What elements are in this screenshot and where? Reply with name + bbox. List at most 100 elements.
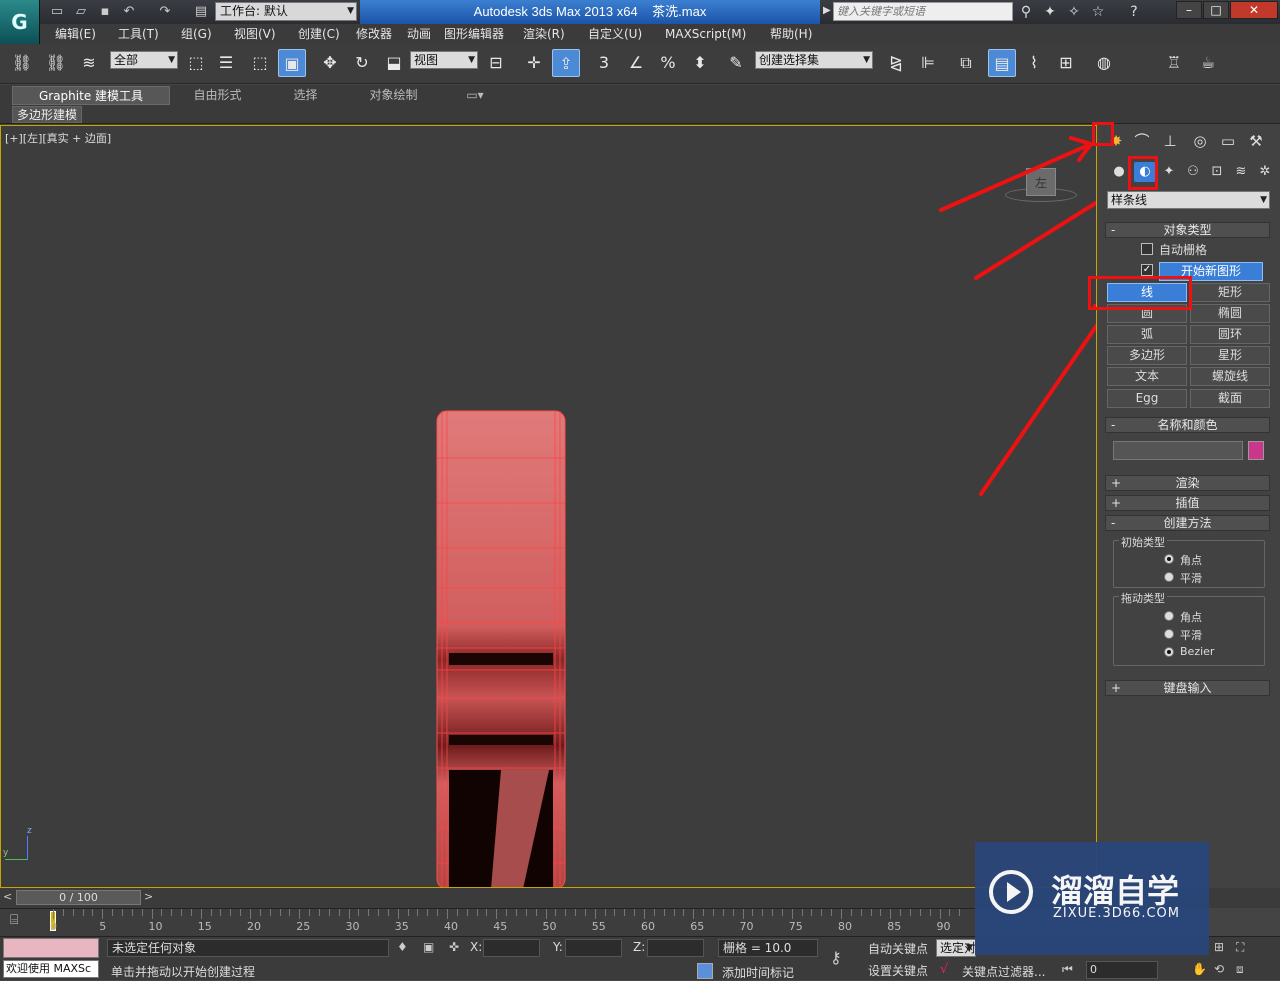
track-bar[interactable]: 0 5 10 15 20 25 30 35 40 45 50 55 60 65 70 75 80 85 90 [0,908,975,936]
menu-views[interactable]: 视图(V) [234,24,276,44]
select-manipulate-icon[interactable]: ✛ [520,49,548,77]
pan-view-icon[interactable]: ✋ [1192,962,1207,976]
scale-icon[interactable]: ⬓ [380,49,408,77]
menu-group[interactable]: 组(G) [181,24,212,44]
open-file-icon[interactable]: ▱ [72,3,90,20]
initial-corner-radio[interactable] [1164,554,1174,564]
space-warps-icon[interactable]: ≋ [1230,162,1252,182]
reference-coord-dropdown[interactable]: 视图 [410,51,478,69]
rollout-object-type[interactable]: - 对象类型 [1105,222,1270,238]
object-color-swatch[interactable] [1248,441,1264,460]
mirror-icon[interactable]: ⧎ [882,49,910,77]
rectangle-button[interactable]: 矩形 [1190,283,1270,302]
maxscript-mini-listener[interactable]: 欢迎使用 MAXSc [3,960,99,978]
select-by-name-icon[interactable]: ☰ [212,49,240,77]
project-folder-icon[interactable]: ▤ [192,3,210,20]
render-setup-icon[interactable]: ♖ [1160,49,1188,77]
rollout-keyboard-entry[interactable]: + 键盘输入 [1105,680,1270,696]
initial-smooth-radio[interactable] [1164,572,1174,582]
add-time-tag[interactable]: 添加时间标记 [722,964,794,981]
new-file-icon[interactable]: ▭ [48,3,66,20]
pivot-center-icon[interactable]: ⊟ [482,49,510,77]
bind-space-warp-icon[interactable]: ≋ [75,49,103,77]
helix-button[interactable]: 螺旋线 [1190,367,1270,386]
save-file-icon[interactable]: ▪ [96,3,114,20]
named-selection-dropdown[interactable]: 创建选择集 [755,51,873,69]
systems-icon[interactable]: ✲ [1254,162,1276,182]
rotate-icon[interactable]: ↻ [348,49,376,77]
start-new-shape-checkbox[interactable]: ✓ [1141,264,1153,276]
utilities-tab-icon[interactable]: ⚒ [1244,130,1268,152]
align-icon[interactable]: ⊫ [914,49,942,77]
binoculars-icon[interactable]: ⚲ [1016,3,1036,21]
app-logo-icon[interactable]: G [0,0,40,44]
window-crossing-icon[interactable]: ▣ [278,49,306,77]
star-button[interactable]: 星形 [1190,346,1270,365]
menu-animation[interactable]: 动画 [407,24,431,44]
tab-selection[interactable]: 选择 [268,86,343,105]
cameras-icon[interactable]: ⚇ [1182,162,1204,182]
mini-curve-editor-icon[interactable]: ⌸ [10,912,18,928]
zoom-all-icon[interactable]: ⊞ [1214,940,1224,954]
menu-create[interactable]: 创建(C) [298,24,340,44]
selection-filter-dropdown[interactable]: 全部 [110,51,178,69]
snaps-toggle-icon[interactable]: 3 [590,49,618,77]
time-prev-icon[interactable]: < [3,890,12,903]
tab-object-paint[interactable]: 对象绘制 [346,86,441,105]
orbit-icon[interactable]: ⟲ [1214,962,1224,976]
time-next-icon[interactable]: > [144,890,153,903]
rollout-rendering[interactable]: + 渲染 [1105,475,1270,491]
minimize-button[interactable]: – [1176,1,1202,19]
ngon-button[interactable]: 多边形 [1107,346,1187,365]
polygon-modeling-label[interactable]: 多边形建模 [12,106,83,123]
auto-key-button[interactable]: 自动关键点 [868,940,928,957]
donut-button[interactable]: 圆环 [1190,325,1270,344]
arc-button[interactable]: 弧 [1107,325,1187,344]
schematic-view-icon[interactable]: ⊞ [1052,49,1080,77]
category-dropdown[interactable]: 样条线 [1107,191,1270,209]
hierarchy-tab-icon[interactable]: ⊥ [1158,130,1182,152]
rollout-creation-method[interactable]: - 创建方法 [1105,515,1270,531]
rectangular-selection-icon[interactable]: ⬚ [246,49,274,77]
curve-editor-icon[interactable]: ⌇ [1020,49,1048,77]
close-button[interactable]: ✕ [1230,1,1278,19]
help-icon[interactable]: ? [1124,3,1144,21]
menu-maxscript[interactable]: MAXScript(M) [665,24,746,44]
keyboard-shortcut-override-icon[interactable]: ⇪ [552,49,580,77]
redo-icon[interactable]: ↷ [156,3,174,20]
drag-corner-radio[interactable] [1164,611,1174,621]
key-filters-button[interactable]: 关键点过滤器... [962,963,1045,980]
z-coord-input[interactable] [647,939,704,957]
maximize-button[interactable]: □ [1203,1,1229,19]
select-object-icon[interactable]: ⬚ [182,49,210,77]
viewport-left[interactable]: [+][左][真实 + 边面] 左 z y [0,125,1097,888]
link-icon[interactable]: ⛓ [8,49,36,77]
spinner-snap-icon[interactable]: ⬍ [686,49,714,77]
edit-named-selection-icon[interactable]: ✎ [722,49,750,77]
time-tag-icon[interactable] [697,963,713,979]
layer-manager-icon[interactable]: ⧉ [952,49,980,77]
isolate-selection-icon[interactable]: ♦ [397,940,408,954]
search-input[interactable]: 键入关键字或短语 [833,2,1013,21]
absolute-mode-icon[interactable]: ✜ [449,940,459,954]
current-frame-input[interactable]: 0 [1086,961,1158,979]
time-slider[interactable]: 0 / 100 [16,890,141,905]
motion-tab-icon[interactable]: ◎ [1188,130,1212,152]
modify-tab-icon[interactable]: ⌒ [1130,130,1154,152]
goto-start-icon[interactable]: ⏮ [1062,962,1073,977]
expand-arrow-icon[interactable]: ▶ [823,5,831,16]
auto-grid-checkbox[interactable] [1141,243,1153,255]
favorites-star-icon[interactable]: ☆ [1088,3,1108,21]
maximize-viewport-icon[interactable]: ⧈ [1236,962,1244,977]
drag-bezier-radio[interactable] [1164,647,1174,657]
selection-lock-icon[interactable]: ▣ [423,940,434,954]
menu-graph-editors[interactable]: 图形编辑器 [444,24,504,44]
ellipse-button[interactable]: 椭圆 [1190,304,1270,323]
x-coord-input[interactable] [483,939,540,957]
material-editor-icon[interactable]: ◍ [1090,49,1118,77]
maxscript-listener-pink[interactable] [3,938,99,958]
subscription-icon[interactable]: ✦ [1040,3,1060,21]
y-coord-input[interactable] [565,939,622,957]
menu-help[interactable]: 帮助(H) [770,24,812,44]
section-button[interactable]: 截面 [1190,389,1270,408]
